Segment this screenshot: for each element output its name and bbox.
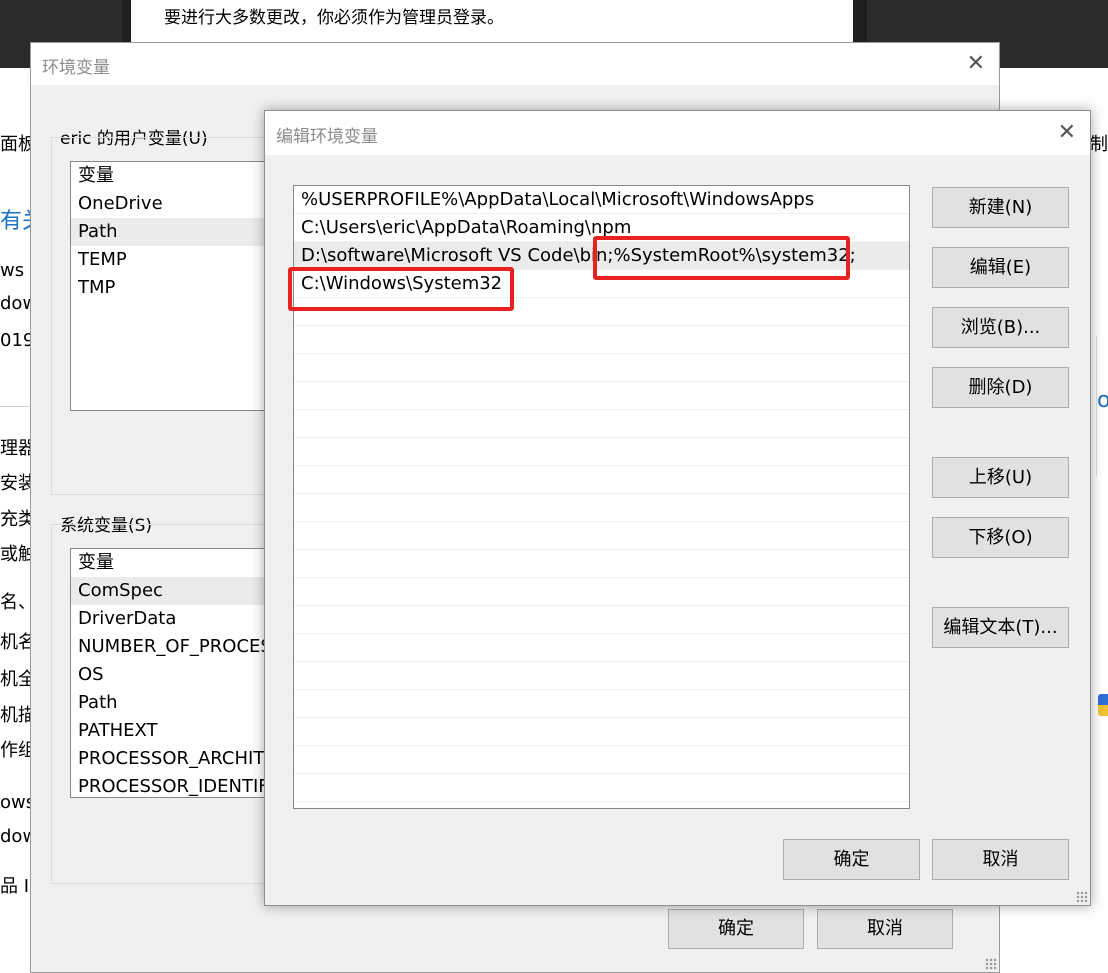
empty-row[interactable] [294, 382, 909, 410]
list-item[interactable]: ComSpec [71, 577, 270, 605]
edit-environment-variable-dialog: 编辑环境变量 ✕ %USERPROFILE%\AppData\Local\Mic… [264, 110, 1091, 906]
user-vars-list[interactable]: 变量 OneDrive Path TEMP TMP [70, 161, 270, 411]
resize-grip-icon[interactable] [1076, 891, 1088, 903]
list-item[interactable]: PROCESSOR_IDENTIFI [71, 773, 270, 797]
delete-button[interactable]: 删除(D) [932, 367, 1069, 408]
browse-button[interactable]: 浏览(B)... [932, 307, 1069, 348]
empty-row[interactable] [294, 410, 909, 438]
resize-grip-icon[interactable] [985, 958, 997, 970]
empty-row[interactable] [294, 690, 909, 718]
ok-button[interactable]: 确定 [783, 839, 920, 880]
dialog-title: 环境变量 [42, 58, 110, 78]
empty-row[interactable] [294, 438, 909, 466]
list-item[interactable]: PATHEXT [71, 717, 270, 745]
empty-row[interactable] [294, 634, 909, 662]
list-item[interactable]: Path [71, 689, 270, 717]
list-item[interactable]: Path [71, 218, 270, 246]
list-header-variable[interactable]: 变量 [71, 162, 270, 190]
move-up-button[interactable]: 上移(U) [932, 457, 1069, 498]
list-item[interactable]: OS [71, 661, 270, 689]
empty-row[interactable] [294, 494, 909, 522]
new-button[interactable]: 新建(N) [932, 187, 1069, 228]
empty-row[interactable] [294, 718, 909, 746]
empty-row[interactable] [294, 774, 909, 802]
shield-icon [1098, 694, 1108, 716]
bg-text: ow [1097, 388, 1108, 413]
edit-text-button[interactable]: 编辑文本(T)... [932, 607, 1069, 648]
empty-row[interactable] [294, 550, 909, 578]
empty-row[interactable] [294, 326, 909, 354]
list-item[interactable]: TEMP [71, 246, 270, 274]
highlight-box-systemroot [593, 236, 850, 280]
close-icon[interactable]: ✕ [967, 51, 985, 76]
dialog-title: 编辑环境变量 [276, 127, 378, 147]
empty-row[interactable] [294, 354, 909, 382]
empty-row[interactable] [294, 466, 909, 494]
edit-button[interactable]: 编辑(E) [932, 247, 1069, 288]
admin-notice-panel: 要进行大多数更改，你必须作为管理员登录。 [131, 0, 853, 42]
empty-row[interactable] [294, 746, 909, 774]
admin-notice-window: 要进行大多数更改，你必须作为管理员登录。 [122, 0, 867, 42]
list-item[interactable]: PROCESSOR_ARCHITE [71, 745, 270, 773]
list-item[interactable]: DriverData [71, 605, 270, 633]
cancel-button[interactable]: 取消 [932, 839, 1069, 880]
bg-text: 制面 [1090, 134, 1108, 155]
empty-row[interactable] [294, 662, 909, 690]
list-header-variable[interactable]: 变量 [71, 549, 270, 577]
list-item[interactable]: NUMBER_OF_PROCES [71, 633, 270, 661]
bg-side-panel: ow [1096, 336, 1108, 476]
system-vars-list[interactable]: 变量 ComSpec DriverData NUMBER_OF_PROCES O… [70, 548, 270, 798]
empty-row[interactable] [294, 578, 909, 606]
ok-button[interactable]: 确定 [668, 909, 804, 949]
title-bar: 编辑环境变量 ✕ [265, 111, 1090, 155]
list-item[interactable]: TMP [71, 274, 270, 302]
title-bar: 环境变量 ✕ [31, 43, 999, 85]
move-down-button[interactable]: 下移(O) [932, 517, 1069, 558]
list-item[interactable]: OneDrive [71, 190, 270, 218]
empty-row[interactable] [294, 522, 909, 550]
path-item[interactable]: %USERPROFILE%\AppData\Local\Microsoft\Wi… [294, 186, 909, 214]
highlight-box-system32 [288, 267, 514, 311]
close-icon[interactable]: ✕ [1058, 120, 1076, 145]
bg-divider [0, 406, 30, 407]
cancel-button[interactable]: 取消 [817, 909, 953, 949]
empty-row[interactable] [294, 606, 909, 634]
admin-notice-text: 要进行大多数更改，你必须作为管理员登录。 [164, 8, 504, 28]
